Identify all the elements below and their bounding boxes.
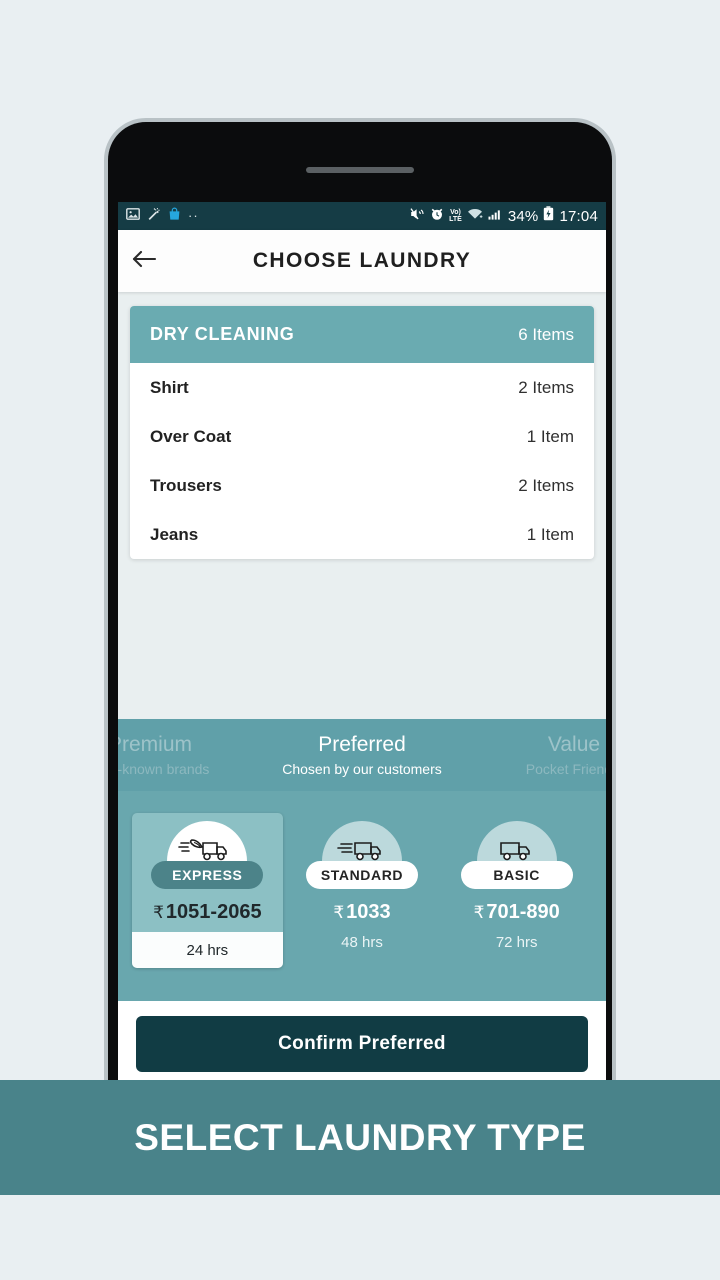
item-count: 2 Items: [518, 377, 574, 397]
android-status-bar: ·· Vo) LTE 34% 17:04: [118, 202, 606, 230]
plan-tier-carousel[interactable]: Premium Well-known brands Preferred Chos…: [118, 719, 606, 791]
table-row[interactable]: Over Coat 1 Item: [130, 412, 594, 461]
speed-option-express[interactable]: EXPRESS ₹1051-2065 24 hrs: [132, 813, 283, 968]
confirm-action-bar: Confirm Preferred: [118, 1001, 606, 1083]
speed-option-pill: BASIC: [460, 861, 573, 889]
speed-option-badge: BASIC: [441, 821, 592, 889]
item-count: 2 Items: [518, 475, 574, 495]
plan-tab-sublabel: Pocket Friendly: [525, 761, 606, 777]
phone-screen: ·· Vo) LTE 34% 17:04 CHOOSE LAUNDRY DRY …: [118, 202, 606, 1083]
more-dots-icon: ··: [188, 208, 199, 223]
rupee-icon: ₹: [153, 903, 164, 922]
magic-wand-icon: [147, 207, 161, 226]
speed-option-pill: EXPRESS: [151, 861, 264, 889]
alarm-icon: [430, 207, 444, 226]
price-value: 1033: [346, 901, 391, 923]
image-icon: [126, 207, 140, 226]
item-name: Trousers: [150, 475, 222, 495]
category-card-dry-cleaning: DRY CLEANING 6 Items Shirt 2 Items Over …: [130, 306, 594, 559]
item-name: Jeans: [150, 524, 199, 544]
category-title: DRY CLEANING: [150, 324, 295, 344]
speed-option-basic[interactable]: BASIC ₹701-890 72 hrs: [441, 813, 592, 951]
category-header[interactable]: DRY CLEANING 6 Items: [130, 306, 594, 363]
earpiece-speaker-grille: [306, 167, 414, 173]
table-row[interactable]: Trousers 2 Items: [130, 461, 594, 510]
price-value: 1051-2065: [165, 901, 262, 923]
table-row[interactable]: Jeans 1 Item: [130, 510, 594, 559]
speed-option-eta: 48 hrs: [341, 934, 383, 951]
speed-option-badge: STANDARD: [287, 821, 438, 889]
speed-option-standard[interactable]: STANDARD ₹1033 48 hrs: [287, 813, 438, 951]
shopping-bag-icon: [168, 207, 181, 226]
table-row[interactable]: Shirt 2 Items: [130, 363, 594, 412]
status-bar-notification-icons: ··: [126, 207, 199, 226]
clock-label: 17:04: [559, 207, 598, 225]
speed-option-price: ₹1033: [333, 901, 390, 924]
speed-option-price: ₹1051-2065: [153, 901, 261, 924]
item-count: 1 Item: [526, 524, 574, 544]
plan-tab-preferred[interactable]: Preferred Chosen by our customers: [242, 719, 482, 791]
speed-option-pill: STANDARD: [306, 861, 418, 889]
signal-icon: [488, 207, 503, 226]
speed-option-price: ₹701-890: [474, 901, 560, 924]
caption-text: SELECT LAUNDRY TYPE: [134, 1116, 586, 1158]
volte-icon: Vo) LTE: [449, 209, 462, 223]
plan-tab-value[interactable]: Value Pocket Friendly: [454, 719, 606, 791]
caption-banner: SELECT LAUNDRY TYPE: [0, 1080, 720, 1195]
plan-tab-label: Value: [547, 733, 601, 756]
laundry-items-scroll-area[interactable]: DRY CLEANING 6 Items Shirt 2 Items Over …: [118, 292, 606, 719]
confirm-preferred-button[interactable]: Confirm Preferred: [136, 1016, 588, 1072]
rupee-icon: ₹: [333, 903, 345, 922]
item-name: Shirt: [150, 377, 189, 397]
item-name: Over Coat: [150, 426, 232, 446]
speed-option-eta: 24 hrs: [132, 932, 283, 968]
category-item-count: 6 Items: [518, 324, 574, 344]
speed-option-eta: 72 hrs: [495, 934, 538, 951]
plan-tab-sublabel: Chosen by our customers: [282, 761, 442, 777]
status-bar-system-icons: Vo) LTE 34% 17:04: [410, 206, 598, 226]
item-count: 1 Item: [526, 426, 574, 446]
battery-percent-label: 34%: [507, 207, 539, 225]
page-title: CHOOSE LAUNDRY: [252, 249, 472, 272]
battery-icon: [543, 206, 554, 226]
speed-option-badge: EXPRESS: [132, 821, 283, 889]
app-header-bar: CHOOSE LAUNDRY: [118, 230, 606, 292]
mute-icon: [410, 207, 425, 226]
wifi-icon: [467, 207, 483, 226]
rupee-icon: ₹: [473, 903, 485, 922]
price-value: 701-890: [486, 901, 560, 923]
phone-device-frame: ·· Vo) LTE 34% 17:04 CHOOSE LAUNDRY DRY …: [104, 118, 616, 1083]
plan-tab-label: Preferred: [318, 733, 406, 756]
delivery-speed-options: EXPRESS ₹1051-2065 24 hrs STANDARD ₹ 103…: [118, 791, 606, 1001]
speed-option-label: EXPRESS: [172, 867, 243, 883]
speed-option-label: BASIC: [493, 867, 540, 883]
speed-option-label: STANDARD: [320, 867, 404, 883]
